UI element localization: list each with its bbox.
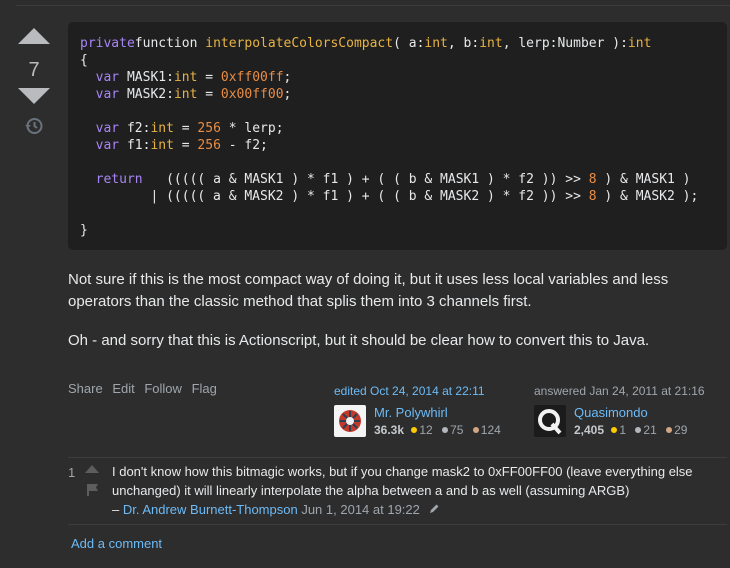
comment-dash: – — [112, 502, 123, 517]
author-name[interactable]: Quasimondo — [574, 405, 687, 420]
answered-timestamp[interactable]: answered Jan 24, 2011 at 21:16 — [534, 384, 705, 398]
comment-score: 1 — [68, 465, 76, 480]
gold-badge-icon — [611, 427, 618, 433]
add-comment-link[interactable]: Add a comment — [71, 536, 162, 551]
comment-flag-icon[interactable] — [86, 483, 100, 497]
author-silver-count: 21 — [643, 423, 657, 437]
editor-bronze-count: 124 — [480, 423, 501, 437]
top-divider — [16, 5, 730, 6]
author-rep-score: 2,405 — [574, 423, 605, 437]
editor-silver-count: 75 — [450, 423, 464, 437]
answer-paragraph-1: Not sure if this is the most compact way… — [68, 271, 669, 310]
author-gold-count: 1 — [619, 423, 627, 437]
code-line: } — [80, 223, 88, 238]
share-link[interactable]: Share — [68, 381, 103, 396]
comment-item: 1 I don't know how this bitmagic works, … — [68, 462, 727, 522]
comment-text: I don't know how this bitmagic works, bu… — [112, 464, 693, 498]
comment-upvote-icon[interactable] — [85, 465, 99, 473]
editor-name[interactable]: Mr. Polywhirl — [374, 405, 501, 420]
code-line: var MASK2:int = 0x00ff00; — [95, 87, 292, 102]
bronze-badge-icon — [666, 427, 673, 433]
code-line: | ((((( a & MASK2 ) * f1 ) + ( ( b & MAS… — [80, 189, 699, 204]
edited-timestamp[interactable]: edited Oct 24, 2014 at 22:11 — [334, 384, 501, 398]
downvote-icon[interactable] — [18, 88, 50, 104]
author-reputation: 2,405 1 21 29 — [574, 423, 687, 437]
editor-avatar[interactable] — [334, 405, 366, 437]
editor-reputation: 36.3k 12 75 124 — [374, 423, 501, 437]
gold-badge-icon — [411, 427, 418, 433]
comments-divider — [68, 457, 727, 458]
code-line: var f2:int = 256 * lerp; — [95, 121, 284, 136]
comments-bottom-divider — [68, 524, 727, 525]
editor-rep-score: 36.3k — [374, 423, 405, 437]
code-line: var f1:int = 256 - f2; — [95, 138, 268, 153]
flag-link[interactable]: Flag — [192, 381, 217, 396]
editor-gold-count: 12 — [419, 423, 433, 437]
editor-signature: edited Oct 24, 2014 at 22:11 Mr. Polywhi… — [334, 384, 501, 437]
silver-badge-icon — [442, 427, 449, 433]
edit-link[interactable]: Edit — [112, 381, 134, 396]
pencil-icon — [429, 504, 438, 513]
comment-body: I don't know how this bitmagic works, bu… — [112, 462, 712, 519]
code-block: privatefunction interpolateColorsCompact… — [68, 22, 727, 250]
vote-score: 7 — [28, 59, 40, 81]
history-icon[interactable] — [24, 116, 44, 136]
author-bronze-count: 29 — [674, 423, 688, 437]
comment-user-link[interactable]: Dr. Andrew Burnett-Thompson — [123, 502, 298, 517]
code-line: var MASK1:int = 0xff00ff; — [95, 70, 292, 85]
bronze-badge-icon — [472, 427, 479, 433]
author-avatar[interactable] — [534, 405, 566, 437]
code-line: privatefunction interpolateColorsCompact… — [80, 36, 652, 51]
code-line: return ((((( a & MASK1 ) * f1 ) + ( ( b … — [95, 172, 691, 187]
vote-cell: 7 — [14, 28, 54, 136]
silver-badge-icon — [635, 427, 642, 433]
comment-date[interactable]: Jun 1, 2014 at 19:22 — [301, 502, 420, 517]
follow-link[interactable]: Follow — [144, 381, 182, 396]
author-signature: answered Jan 24, 2011 at 21:16 Quasimond… — [534, 384, 705, 437]
code-line: { — [80, 53, 88, 68]
post-menu: Share Edit Follow Flag — [68, 381, 223, 396]
answer-paragraph-2: Oh - and sorry that this is Actionscript… — [68, 332, 650, 349]
